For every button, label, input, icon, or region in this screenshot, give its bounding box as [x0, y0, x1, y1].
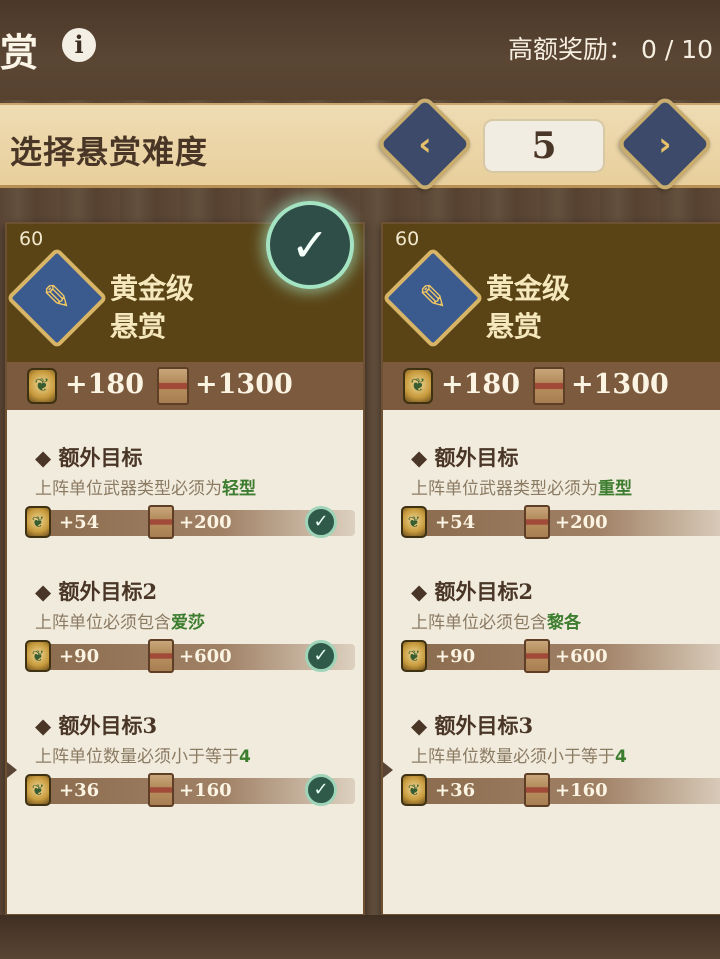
bounty-card-1[interactable]: 60 ✎ 黄金级 悬赏 ❦ +180 +1300 ◆ 额外目标 上阵单位武器类型…: [5, 222, 365, 916]
difficulty-value: 5: [483, 119, 605, 173]
book-icon: [533, 367, 565, 405]
objective-title: ◆ 额外目标3: [411, 713, 534, 738]
objective-coin-value: +90: [435, 646, 476, 667]
book-icon: [148, 505, 174, 539]
card-level: 60: [19, 228, 44, 250]
book-icon: [524, 773, 550, 807]
objective-desc-highlight: 4: [615, 747, 627, 767]
bounty-card-2[interactable]: 60 ✎ 黄金级 悬赏 ❦ +180 +1300 ◆ 额外目标 上阵单位武器类型…: [381, 222, 720, 916]
card-title: 黄金级 悬赏: [486, 270, 686, 346]
objective-book-value: +600: [179, 646, 232, 667]
reward-coin-value: +180: [65, 369, 144, 400]
check-icon: ✓: [305, 506, 337, 538]
book-icon: [157, 367, 189, 405]
objective-title: ◆ 额外目标2: [35, 579, 158, 604]
objective-book-value: +160: [179, 780, 232, 801]
objective-desc-highlight: 4: [239, 747, 251, 767]
card-title-line2: 悬赏: [486, 310, 543, 343]
objective-desc-highlight: 爱莎: [171, 613, 205, 633]
coin-icon: ❦: [25, 506, 51, 538]
high-reward-counter: 高额奖励： 0 / 10: [508, 30, 713, 66]
objective-desc-text: 上阵单位必须包含: [411, 613, 547, 633]
objective-book-value: +200: [179, 512, 232, 533]
bounty-badge: ✎: [383, 247, 484, 349]
objective-coin-value: +90: [59, 646, 100, 667]
objective-coin-value: +36: [435, 780, 476, 801]
card-level: 60: [395, 228, 420, 250]
reward-book-value: +1300: [571, 369, 669, 400]
scroll-icon: ✎: [42, 278, 72, 318]
objective-desc-highlight: 黎各: [547, 613, 581, 633]
book-icon: [148, 639, 174, 673]
card-notch: [383, 762, 393, 778]
card-header: 60 ✎ 黄金级 悬赏: [383, 224, 720, 362]
coin-icon: ❦: [27, 368, 57, 404]
chevron-left-icon: ‹: [418, 125, 432, 163]
reward-coin-value: +180: [441, 369, 520, 400]
objective-desc-text: 上阵单位必须包含: [35, 613, 171, 633]
objective-desc: 上阵单位武器类型必须为轻型: [35, 474, 256, 499]
difficulty-label: 选择悬赏难度: [10, 133, 209, 171]
coin-icon: ❦: [25, 640, 51, 672]
objective-desc: 上阵单位数量必须小于等于4: [35, 742, 251, 767]
difficulty-banner: 选择悬赏难度 ‹ 5 ›: [0, 94, 720, 194]
bounty-badge: ✎: [7, 247, 108, 349]
objective-title: ◆ 额外目标3: [35, 713, 158, 738]
objective-title: ◆ 额外目标: [411, 445, 519, 470]
coin-icon: ❦: [25, 774, 51, 806]
book-icon: [524, 505, 550, 539]
objective-desc-text: 上阵单位武器类型必须为: [411, 479, 598, 499]
objective-title: ◆ 额外目标2: [411, 579, 534, 604]
next-difficulty-button[interactable]: ›: [615, 94, 715, 194]
selected-check-icon: ✓: [266, 201, 354, 289]
card-title-line2: 悬赏: [110, 310, 167, 343]
objective-coin-value: +36: [59, 780, 100, 801]
info-icon[interactable]: i: [62, 28, 96, 62]
objective-coin-value: +54: [59, 512, 100, 533]
card-notch: [7, 762, 17, 778]
base-reward-bar: ❦ +180 +1300: [7, 362, 363, 410]
coin-icon: ❦: [401, 640, 427, 672]
objective-desc-highlight: 轻型: [222, 479, 256, 499]
objective-desc: 上阵单位武器类型必须为重型: [411, 474, 632, 499]
page-title: 赏: [0, 30, 41, 75]
high-reward-value: 0 / 10: [640, 35, 714, 64]
book-icon: [524, 639, 550, 673]
objective-book-value: +200: [555, 512, 608, 533]
reward-book-value: +1300: [195, 369, 293, 400]
chevron-right-icon: ›: [658, 125, 672, 163]
check-icon: ✓: [305, 774, 337, 806]
book-icon: [148, 773, 174, 807]
coin-icon: ❦: [401, 774, 427, 806]
objective-desc-text: 上阵单位数量必须小于等于: [35, 747, 239, 767]
coin-icon: ❦: [403, 368, 433, 404]
base-reward-bar: ❦ +180 +1300: [383, 362, 720, 410]
check-icon: ✓: [305, 640, 337, 672]
objective-desc: 上阵单位必须包含黎各: [411, 608, 581, 633]
objective-desc-text: 上阵单位数量必须小于等于: [411, 747, 615, 767]
scroll-icon: ✎: [418, 278, 448, 318]
objective-desc: 上阵单位必须包含爱莎: [35, 608, 205, 633]
card-title: 黄金级 悬赏: [110, 270, 310, 346]
high-reward-label: 高额奖励：: [508, 35, 634, 64]
prev-difficulty-button[interactable]: ‹: [375, 94, 475, 194]
objective-desc-text: 上阵单位武器类型必须为: [35, 479, 222, 499]
objective-book-value: +160: [555, 780, 608, 801]
objective-title: ◆ 额外目标: [35, 445, 143, 470]
objective-desc: 上阵单位数量必须小于等于4: [411, 742, 627, 767]
objective-desc-highlight: 重型: [598, 479, 632, 499]
coin-icon: ❦: [401, 506, 427, 538]
objective-book-value: +600: [555, 646, 608, 667]
card-title-line1: 黄金级: [486, 272, 571, 305]
bottom-bar: [0, 915, 720, 959]
objective-coin-value: +54: [435, 512, 476, 533]
